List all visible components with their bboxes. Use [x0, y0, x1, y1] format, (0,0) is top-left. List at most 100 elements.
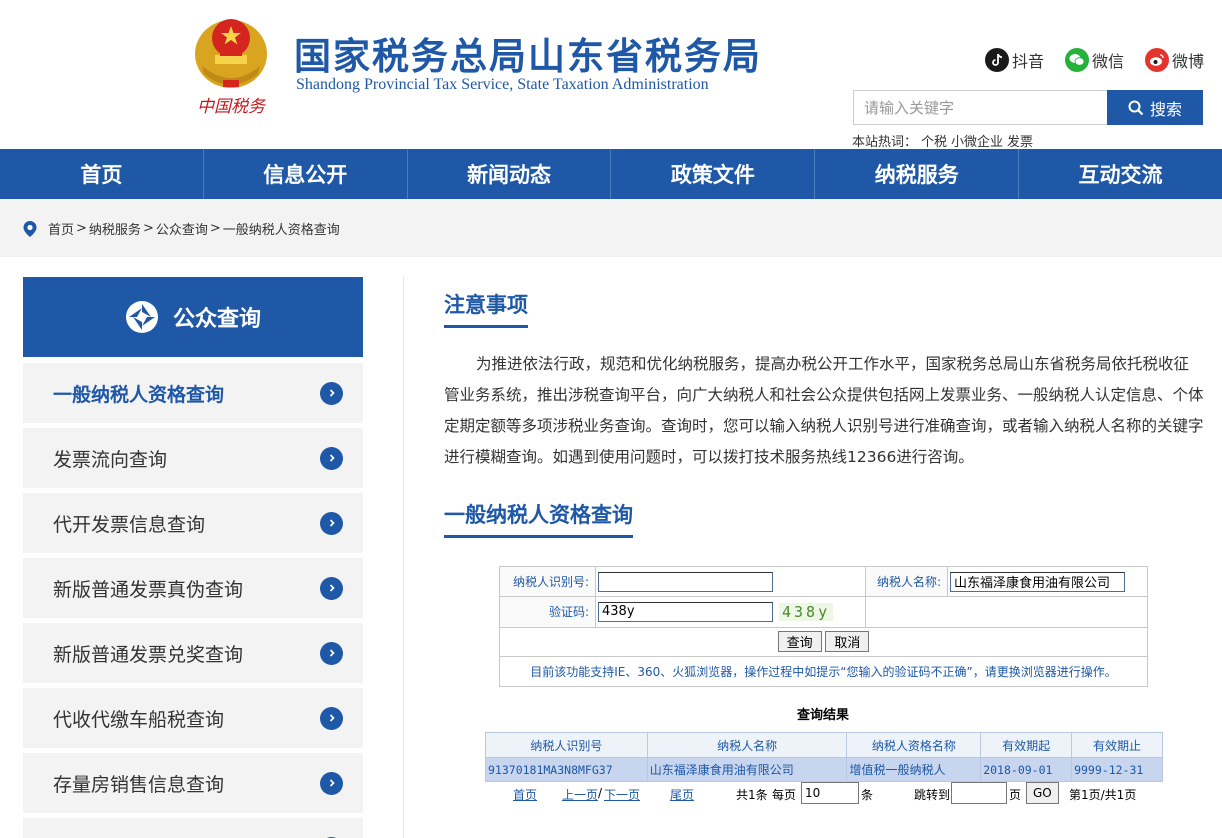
sidebar-item-vehicle-tax-query[interactable]: 代收代缴车船税查询: [23, 688, 363, 748]
pager-total: 共1条: [736, 788, 768, 802]
go-button[interactable]: GO: [1026, 782, 1059, 804]
sidebar-item-invoice-lottery-query[interactable]: 新版普通发票兑奖查询: [23, 623, 363, 683]
cancel-button[interactable]: 取消: [825, 631, 870, 653]
hot-keyword-link[interactable]: 小微企业: [951, 135, 1003, 150]
cell-valid-from: 2018-09-01: [980, 757, 1073, 782]
sidebar-item-label: 发票流向查询: [53, 448, 168, 471]
chevron-right-icon: [320, 576, 343, 600]
pager-jump-label: 跳转到: [914, 788, 951, 802]
national-emblem-logo[interactable]: 中国税务: [190, 8, 272, 120]
sidebar-item-housing-sales-query[interactable]: 存量房销售信息查询: [23, 753, 363, 813]
captcha-input[interactable]: [598, 601, 773, 622]
breadcrumb-current[interactable]: 一般纳税人资格查询: [223, 219, 340, 238]
chevron-right-icon: [320, 446, 343, 470]
table-row[interactable]: 91370181MA3N8MFG37 山东福泽康食用油有限公司 增值税一般纳税人…: [485, 757, 1163, 782]
sidebar-item-label: 新版普通发票真伪查询: [53, 578, 244, 601]
chevron-right-icon: [320, 511, 343, 535]
cell-taxid: 91370181MA3N8MFG37: [485, 757, 648, 782]
sidebar-item-more[interactable]: [23, 818, 363, 838]
search-button[interactable]: 搜索: [1107, 90, 1203, 125]
col-header-qualification: 纳税人资格名称: [846, 732, 982, 758]
query-form: 纳税人识别号: 纳税人名称: 验证码: 438y 查询 取消 目前该功能支持IE…: [499, 565, 1148, 688]
taxpayer-name-label: 纳税人名称:: [865, 565, 948, 598]
nav-item-news[interactable]: 新闻动态: [408, 149, 612, 199]
taxpayer-name-input[interactable]: [950, 571, 1125, 592]
site-title: 国家税务总局山东省税务局: [294, 35, 762, 78]
sidebar: 公众查询 一般纳税人资格查询 发票流向查询 代开发票信息查询 新版普通发票真伪查…: [23, 277, 363, 838]
sidebar-item-issued-invoice-query[interactable]: 代开发票信息查询: [23, 493, 363, 553]
query-button[interactable]: 查询: [777, 631, 822, 653]
chevron-right-icon: [320, 706, 343, 730]
nav-item-tax-service[interactable]: 纳税服务: [815, 149, 1020, 199]
nav-item-policies[interactable]: 政策文件: [611, 149, 816, 199]
nav-item-info-disclosure[interactable]: 信息公开: [204, 149, 408, 199]
weibo-label: 微博: [1172, 52, 1205, 71]
cell-valid-to: 9999-12-31: [1071, 757, 1163, 782]
sidebar-header: 公众查询: [23, 277, 363, 357]
douyin-icon: [985, 48, 1009, 72]
chevron-right-icon: [320, 771, 343, 795]
per-page-input[interactable]: [801, 782, 859, 804]
results-caption: 查询结果: [797, 708, 850, 723]
sidebar-item-invoice-flow-query[interactable]: 发票流向查询: [23, 428, 363, 488]
taxid-label: 纳税人识别号:: [499, 565, 596, 598]
sidebar-item-invoice-authenticity-query[interactable]: 新版普通发票真伪查询: [23, 558, 363, 618]
nav-item-interaction[interactable]: 互动交流: [1019, 149, 1222, 199]
sidebar-item-label: 代收代缴车船税查询: [53, 708, 225, 731]
col-header-valid-from: 有效期起: [980, 732, 1073, 758]
content-divider: [403, 277, 404, 838]
douyin-link[interactable]: 抖音: [985, 47, 1044, 73]
chevron-right-icon: [320, 641, 343, 665]
sidebar-item-label: 新版普通发票兑奖查询: [53, 643, 244, 666]
pager-next-link[interactable]: 下一页: [604, 786, 640, 803]
search-icon: [1128, 100, 1144, 115]
captcha-label: 验证码:: [499, 596, 596, 628]
pager-slash: /: [598, 786, 603, 800]
search-button-label: 搜索: [1149, 99, 1182, 119]
breadcrumb-tax-service[interactable]: 纳税服务: [89, 219, 141, 238]
col-header-taxid: 纳税人识别号: [485, 732, 648, 758]
sidebar-item-label: 存量房销售信息查询: [53, 773, 225, 796]
breadcrumb-public-query[interactable]: 公众查询: [156, 219, 208, 238]
weibo-link[interactable]: 微博: [1145, 47, 1204, 73]
logo-text: 中国税务: [197, 97, 267, 117]
wechat-icon: [1065, 48, 1089, 72]
pager-per-page-label: 每页: [772, 788, 797, 802]
wechat-link[interactable]: 微信: [1065, 47, 1124, 73]
breadcrumb: 首页 > 纳税服务 > 公众查询 > 一般纳税人资格查询: [22, 219, 340, 238]
cell-qualification: 增值税一般纳税人: [846, 757, 982, 782]
captcha-image[interactable]: 438y: [779, 602, 834, 621]
hot-keywords: 本站热词： 个税 小微企业 发票: [852, 131, 1033, 150]
pager-prev-link[interactable]: 上一页: [562, 786, 598, 803]
pager-first-link[interactable]: 首页: [513, 786, 537, 803]
query-title: 一般纳税人资格查询: [444, 499, 633, 538]
compass-icon: [125, 301, 158, 333]
pager-last-link[interactable]: 尾页: [670, 786, 694, 803]
browser-tip: 目前该功能支持IE、360、火狐浏览器，操作过程中如提示“您输入的验证码不正确”…: [499, 655, 1148, 688]
hot-keyword-link[interactable]: 发票: [1007, 135, 1033, 150]
nav-item-home[interactable]: 首页: [0, 149, 204, 199]
sidebar-item-label: 代开发票信息查询: [53, 513, 206, 536]
weibo-icon: [1145, 48, 1169, 72]
notice-title: 注意事项: [444, 289, 528, 328]
results-header-row: 纳税人识别号 纳税人名称 纳税人资格名称 有效期起 有效期止: [485, 732, 1163, 758]
site-header: 中国税务 国家税务总局山东省税务局 Shandong Provincial Ta…: [0, 0, 1222, 150]
taxid-input[interactable]: [598, 571, 773, 592]
breadcrumb-bar: 首页 > 纳税服务 > 公众查询 > 一般纳税人资格查询: [0, 199, 1222, 257]
hot-keyword-link[interactable]: 个税: [921, 135, 947, 150]
breadcrumb-home[interactable]: 首页: [48, 219, 74, 238]
wechat-label: 微信: [1092, 52, 1125, 71]
pager-page-unit: 页: [1009, 788, 1022, 802]
col-header-valid-to: 有效期止: [1071, 732, 1163, 758]
douyin-label: 抖音: [1012, 52, 1045, 71]
main-nav: 首页 信息公开 新闻动态 政策文件 纳税服务 互动交流: [0, 149, 1222, 199]
cell-name: 山东福泽康食用油有限公司: [646, 757, 848, 782]
location-pin-icon: [23, 220, 37, 237]
chevron-right-icon: [320, 381, 343, 405]
jump-page-input[interactable]: [951, 782, 1007, 804]
results-table: 纳税人识别号 纳税人名称 纳税人资格名称 有效期起 有效期止 91370181M…: [485, 732, 1163, 782]
sidebar-title: 公众查询: [172, 307, 261, 332]
col-header-name: 纳税人名称: [646, 732, 848, 758]
search-input[interactable]: [853, 90, 1107, 125]
sidebar-item-general-taxpayer-query[interactable]: 一般纳税人资格查询: [23, 363, 363, 423]
